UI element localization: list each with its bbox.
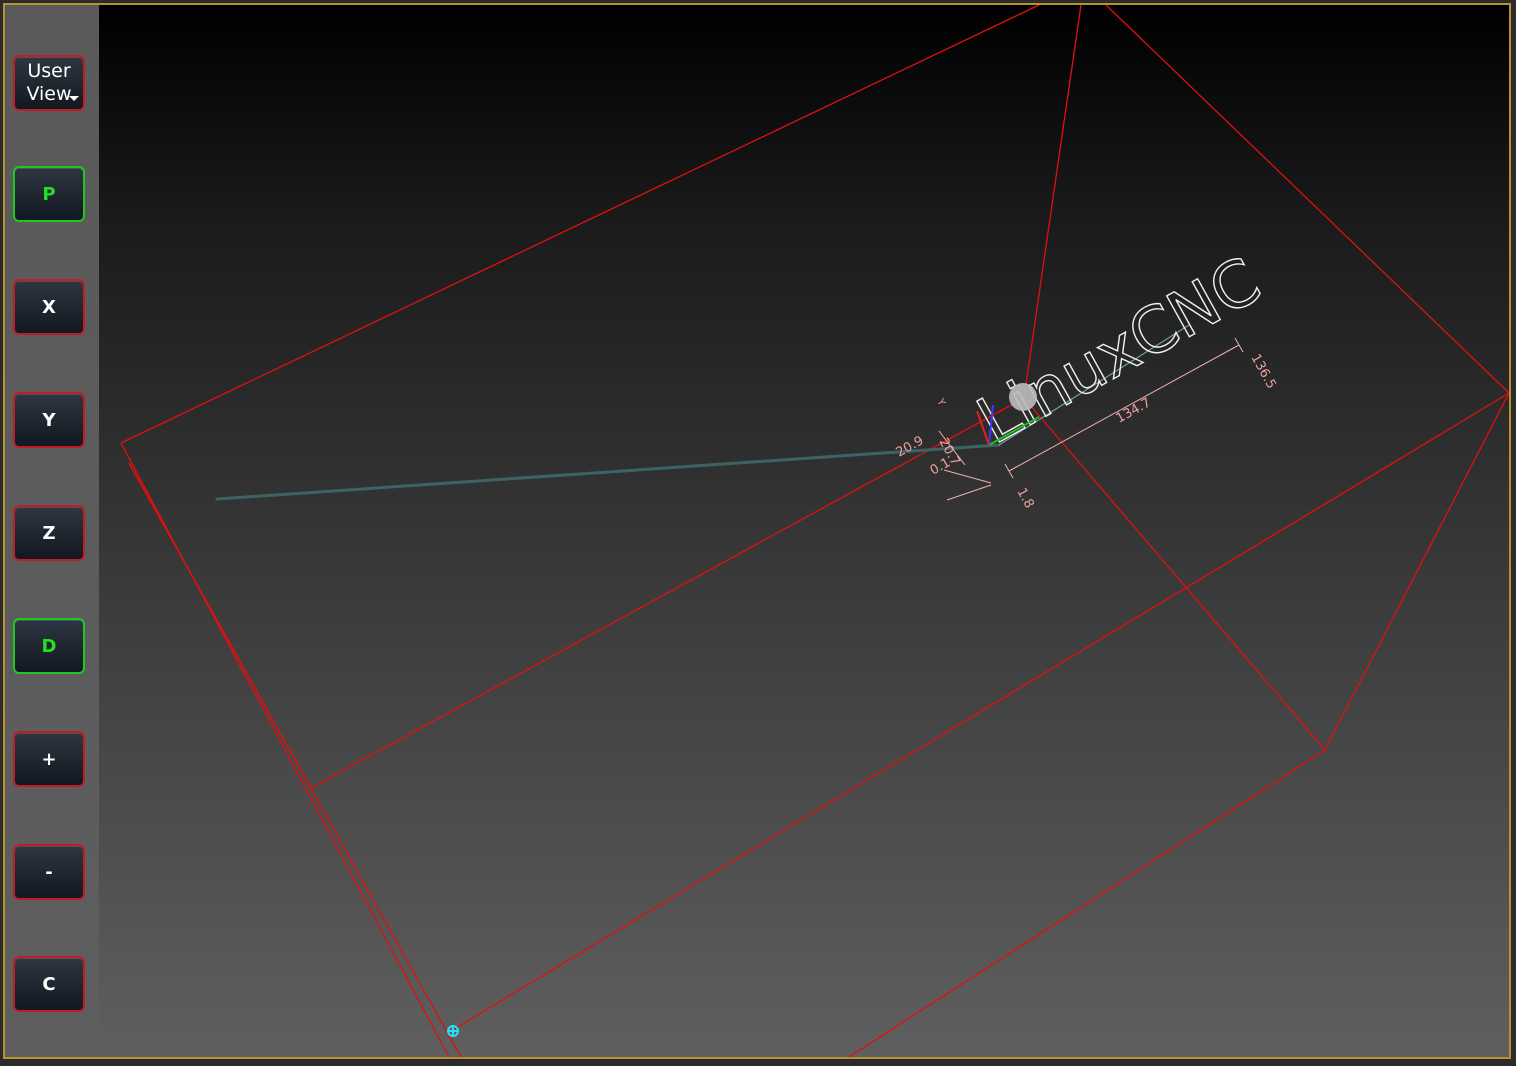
limits-edge — [128, 462, 312, 789]
dimensions-toggle-button[interactable]: D — [13, 618, 85, 674]
x-view-label: X — [42, 296, 56, 318]
limits-edge — [848, 749, 1326, 1057]
clear-path-button[interactable]: C — [13, 956, 85, 1012]
user-view-button[interactable]: User View — [13, 55, 85, 111]
x-view-button[interactable]: X — [13, 279, 85, 335]
dim-length-x: 134.7 — [1114, 395, 1154, 426]
user-view-label-line2: View — [26, 83, 72, 105]
zoom-out-button[interactable]: - — [13, 844, 85, 900]
dropdown-arrow-icon — [69, 96, 79, 101]
perspective-view-button[interactable]: P — [13, 166, 85, 222]
zoom-in-button[interactable]: + — [13, 731, 85, 787]
perspective-view-label: P — [42, 183, 56, 205]
user-view-label-line1: User — [27, 60, 71, 82]
gcode-preview-scene: 134.7 136.5 1.8 20.9 20.7 0.1 Y LinuxCNC — [120, 5, 1509, 1057]
dim-x-min: 1.8 — [1014, 486, 1037, 511]
limits-edge — [1324, 392, 1509, 751]
gcode-preview-viewport[interactable]: 134.7 136.5 1.8 20.9 20.7 0.1 Y LinuxCNC — [99, 5, 1509, 1057]
limits-edge — [120, 5, 1040, 444]
z-view-button[interactable]: Z — [13, 505, 85, 561]
dim-length-y: 136.5 — [1248, 352, 1279, 392]
limits-edge — [310, 397, 1025, 789]
zoom-in-label: + — [41, 748, 57, 770]
dimensions-toggle-label: D — [41, 635, 57, 657]
view-toolbar: User View P X Y Z D + - C — [5, 5, 99, 1057]
zoom-out-label: - — [45, 861, 53, 883]
rapid-traverse-path — [215, 443, 1001, 501]
tool-cone-icon — [1009, 383, 1037, 411]
limits-edge — [120, 442, 450, 1057]
y-view-button[interactable]: Y — [13, 392, 85, 448]
machine-limits-box — [120, 5, 1509, 1057]
preview-frame: User View P X Y Z D + - C 134.7 136.5 1.… — [3, 3, 1511, 1059]
y-view-label: Y — [42, 409, 56, 431]
limits-edge — [1023, 397, 1326, 751]
z-view-label: Z — [42, 522, 56, 544]
axis-y-label: Y — [934, 396, 947, 408]
clear-path-label: C — [42, 973, 56, 995]
dim-y-max: 20.9 — [894, 433, 927, 460]
home-marker-icon — [447, 1025, 459, 1037]
